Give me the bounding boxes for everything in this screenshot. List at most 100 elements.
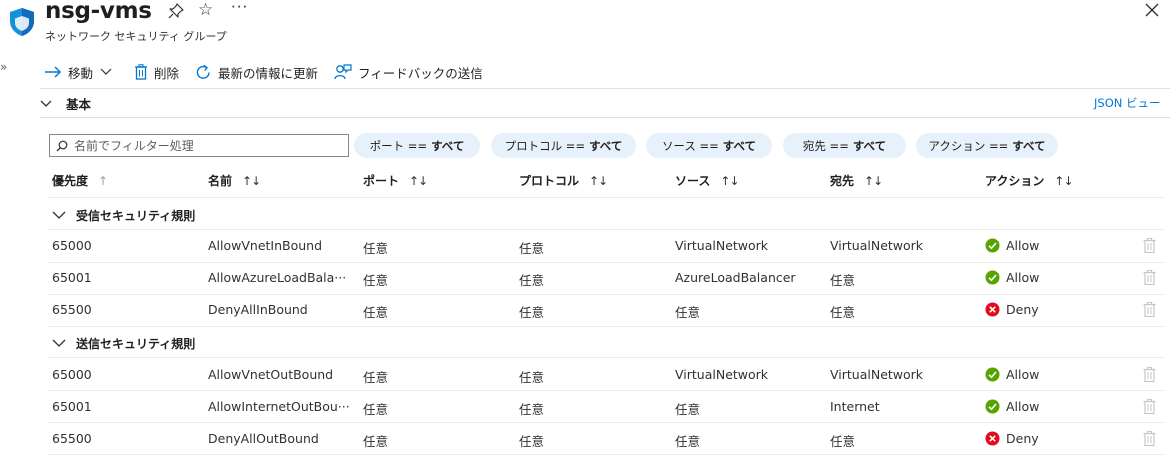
column-label: ソース [675,174,711,188]
column-label: 優先度 [52,174,89,188]
pill-label: ソース == [661,138,719,153]
more-icon[interactable]: ··· [231,0,248,16]
row-divider [48,357,1165,358]
chevron-down-icon [40,100,52,107]
move-button[interactable]: 移動 [44,63,118,82]
trash-icon[interactable] [1143,270,1156,285]
filter-name-input[interactable] [74,138,334,153]
trash-icon[interactable] [1143,302,1156,317]
refresh-button[interactable]: 最新の情報に更新 [195,63,318,82]
cell-source: 任意 [675,402,701,417]
cell-port: 任意 [363,241,389,256]
cell-protocol: 任意 [519,273,545,288]
pill-value: すべて [722,138,757,153]
row-divider [48,197,1165,198]
cell-name[interactable]: DenyAllOutBound [208,431,356,446]
cell-source: VirtualNetwork [675,367,769,382]
cell-action: Allow [985,238,1039,253]
action-label: Allow [1006,238,1040,253]
filter-pill-protocol[interactable]: プロトコル == すべて [491,133,636,158]
action-label: Deny [1006,302,1039,317]
command-bar: 移動 削除 最新の情報に更新 フィードバックの送信 [44,60,499,84]
cell-name[interactable]: AllowVnetInBound [208,238,356,253]
filter-pill-port[interactable]: ポート == すべて [354,133,480,158]
star-icon[interactable]: ☆ [198,0,213,21]
delete-label: 削除 [154,65,180,81]
cell-port: 任意 [363,273,389,288]
cell-destination: VirtualNetwork [830,238,924,253]
column-header-protocol[interactable]: プロトコル ↑↓ [519,172,608,189]
trash-icon[interactable] [1143,431,1156,446]
cell-action: Deny [985,431,1039,446]
column-header-destination[interactable]: 宛先 ↑↓ [830,172,883,189]
action-label: Deny [1006,431,1039,446]
filter-pill-action[interactable]: アクション == すべて [916,133,1058,158]
check-circle-icon [985,238,1000,253]
filter-pill-source[interactable]: ソース == すべて [646,133,772,158]
trash-icon[interactable] [1143,238,1156,253]
move-label: 移動 [68,65,94,81]
cell-source: 任意 [675,305,701,320]
delete-button[interactable]: 削除 [134,63,179,82]
cell-destination: 任意 [830,305,856,320]
cell-action: Deny [985,302,1039,317]
cell-action: Allow [985,270,1039,285]
cell-source: AzureLoadBalancer [675,270,796,285]
row-divider [48,294,1165,295]
filter-pill-destination[interactable]: 宛先 == すべて [783,133,906,158]
pill-value: すべて [852,138,887,153]
cell-protocol: 任意 [519,241,545,256]
pin-icon[interactable] [167,2,185,20]
action-label: Allow [1006,399,1040,414]
column-header-source[interactable]: ソース ↑↓ [675,172,740,189]
nsg-shield-icon [10,8,34,36]
cell-priority: 65000 [52,238,92,253]
column-label: ポート [363,174,400,188]
filter-search-box[interactable] [49,134,349,157]
cell-name[interactable]: AllowAzureLoadBala··· [208,270,356,285]
group-label: 送信セキュリティ規則 [76,337,196,351]
cell-protocol: 任意 [519,370,545,385]
chevron-down-icon [52,339,66,347]
sort-icon: ↑↓ [720,173,739,188]
cell-protocol: 任意 [519,402,545,417]
close-icon[interactable] [1144,2,1160,18]
check-circle-icon [985,367,1000,382]
cell-name[interactable]: AllowInternetOutBou··· [208,399,356,414]
feedback-icon [334,63,352,79]
cell-name[interactable]: AllowVnetOutBound [208,367,356,382]
arrow-right-icon [45,66,62,78]
cell-destination: VirtualNetwork [830,367,924,382]
pill-label: プロトコル == [504,138,586,153]
column-header-priority[interactable]: 優先度 ↑ [52,172,108,189]
column-label: 宛先 [830,174,855,188]
column-header-name[interactable]: 名前 ↑↓ [208,172,261,189]
cell-name[interactable]: DenyAllInBound [208,302,356,317]
trash-icon[interactable] [1143,399,1156,414]
cell-port: 任意 [363,370,389,385]
cell-destination: 任意 [830,434,856,449]
expand-sidebar-icon[interactable]: » [0,60,7,74]
feedback-label: フィードバックの送信 [358,65,483,81]
pill-value: すべて [1012,138,1046,153]
trash-icon[interactable] [1143,367,1156,382]
essentials-toggle[interactable]: 基本 [40,94,91,113]
cell-port: 任意 [363,402,389,417]
column-header-action[interactable]: アクション ↑↓ [985,172,1074,189]
group-toggle-inbound[interactable]: 受信セキュリティ規則 [52,207,195,224]
chevron-down-icon [52,211,66,219]
divider [40,88,1170,89]
cell-source: VirtualNetwork [675,238,769,253]
check-circle-icon [985,399,1000,414]
sort-icon: ↑↓ [589,173,608,188]
column-label: プロトコル [519,174,580,188]
cell-priority: 65500 [52,302,92,317]
refresh-label: 最新の情報に更新 [218,65,319,81]
column-label: アクション [985,174,1045,188]
group-toggle-outbound[interactable]: 送信セキュリティ規則 [52,335,195,352]
sort-icon: ↑↓ [409,173,428,188]
action-label: Allow [1006,367,1040,382]
column-header-port[interactable]: ポート ↑↓ [363,172,428,189]
json-view-link[interactable]: JSON ビュー [1094,95,1161,111]
feedback-button[interactable]: フィードバックの送信 [334,63,483,82]
